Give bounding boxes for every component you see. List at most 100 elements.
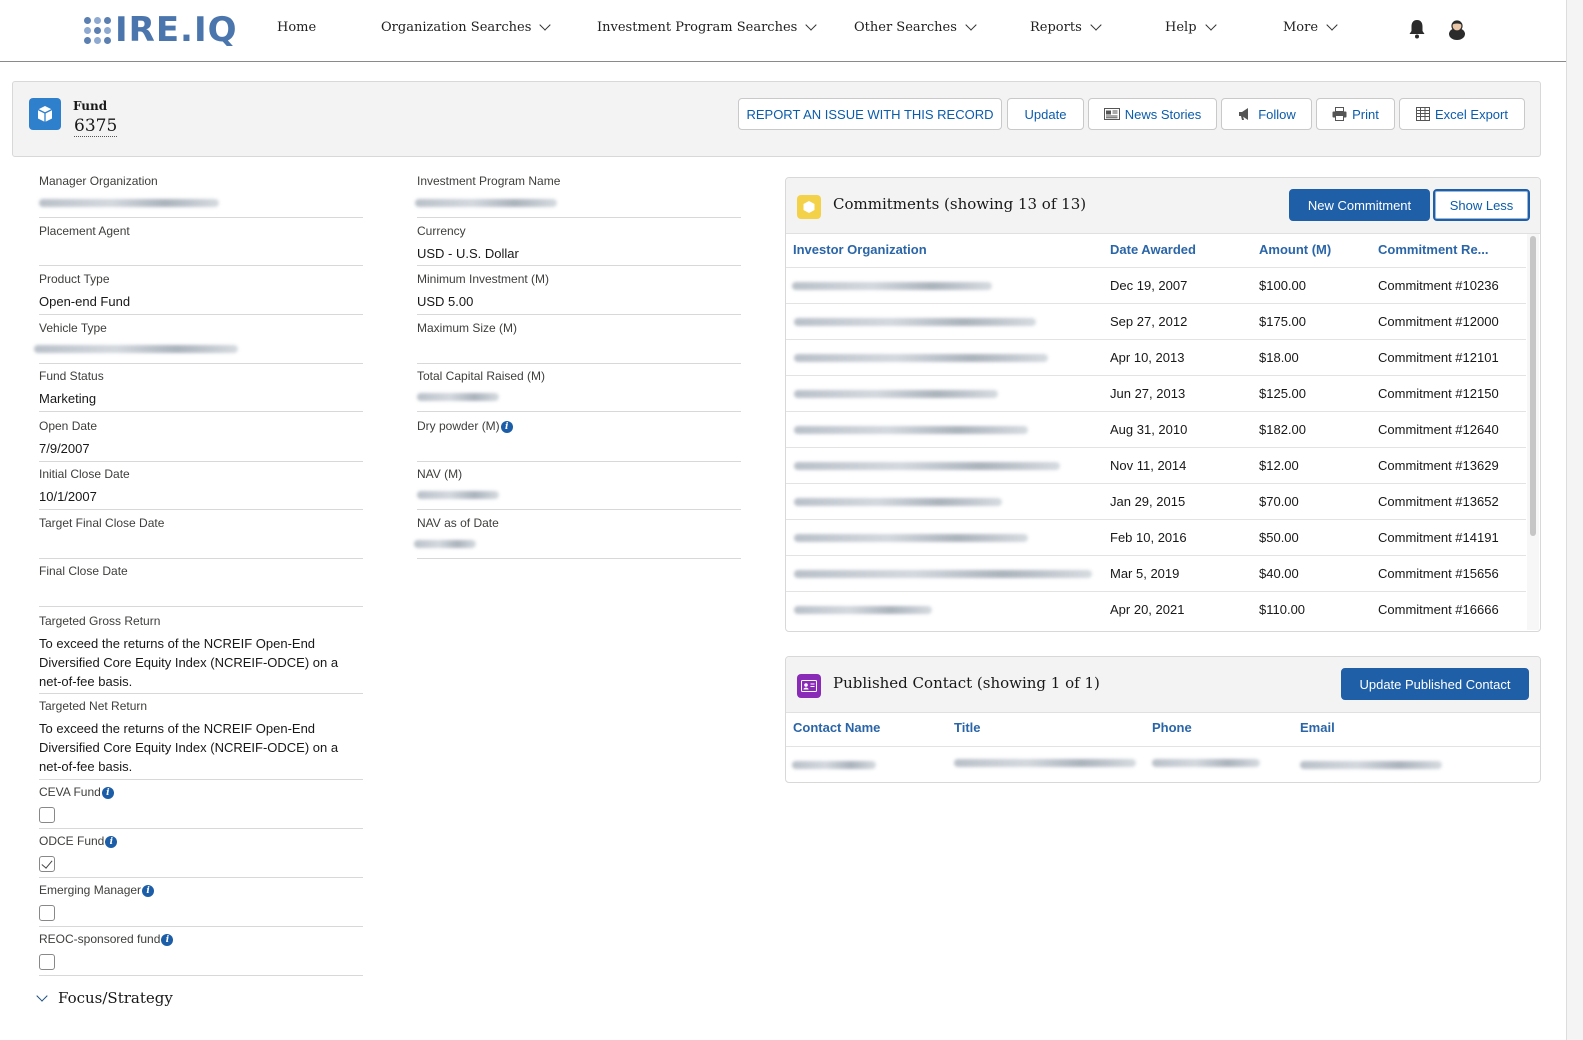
- date-awarded-cell: Jan 29, 2015: [1110, 494, 1186, 509]
- date-awarded-cell: Apr 10, 2013: [1110, 350, 1185, 365]
- target-final-close-date-label: Target Final Close Date: [39, 516, 165, 530]
- ireiq-logo[interactable]: IRE.IQ: [84, 10, 238, 50]
- redacted-value: [417, 491, 499, 499]
- commitment-ref-cell[interactable]: Commitment #12101: [1378, 350, 1499, 365]
- date-awarded-cell: Mar 5, 2019: [1110, 566, 1180, 581]
- date-awarded-cell: Sep 27, 2012: [1110, 314, 1188, 329]
- excel-export-button[interactable]: Excel Export: [1399, 98, 1525, 130]
- user-avatar-icon[interactable]: [1447, 18, 1467, 40]
- redacted-investor: [794, 354, 1048, 362]
- open-date-label: Open Date: [39, 419, 98, 433]
- info-icon[interactable]: i: [142, 884, 155, 897]
- ceva-fund-field: CEVA Fund i: [39, 785, 363, 829]
- nav-as-of-date-field: NAV as of Date: [414, 516, 741, 559]
- logo-dots-icon: [84, 16, 111, 44]
- update-button[interactable]: Update: [1007, 98, 1084, 130]
- final-close-date-field: Final Close Date: [39, 564, 363, 607]
- ceva-fund-checkbox[interactable]: [39, 807, 55, 823]
- nav-more[interactable]: More: [1283, 19, 1338, 35]
- table-row[interactable]: Dec 19, 2007 $100.00 Commitment #10236: [786, 267, 1526, 303]
- commitment-ref-cell[interactable]: Commitment #14191: [1378, 530, 1499, 545]
- table-row[interactable]: Mar 5, 2019 $40.00 Commitment #15656: [786, 555, 1526, 591]
- info-icon[interactable]: i: [500, 420, 513, 433]
- commitment-ref-cell[interactable]: Commitment #13629: [1378, 458, 1499, 473]
- commitment-ref-cell[interactable]: Commitment #16666: [1378, 602, 1499, 617]
- date-awarded-cell: Feb 10, 2016: [1110, 530, 1187, 545]
- table-row[interactable]: Nov 11, 2014 $12.00 Commitment #13629: [786, 447, 1526, 483]
- page-scrollbar[interactable]: [1566, 0, 1583, 1040]
- odce-fund-checkbox[interactable]: [39, 856, 55, 872]
- emerging-manager-checkbox[interactable]: [39, 905, 55, 921]
- nav-home[interactable]: Home: [277, 20, 316, 35]
- show-less-label: Show Less: [1449, 197, 1514, 213]
- update-published-contact-label: Update Published Contact: [1359, 676, 1511, 692]
- commitment-ref-cell[interactable]: Commitment #13652: [1378, 494, 1499, 509]
- scrollbar-thumb[interactable]: [1530, 236, 1536, 536]
- nav-help[interactable]: Help: [1165, 19, 1217, 35]
- focus-strategy-section-toggle[interactable]: Focus/Strategy: [36, 989, 173, 1007]
- investment-program-name-label: Investment Program Name: [417, 174, 561, 188]
- top-navigation: IRE.IQ Home Organization Searches Invest…: [0, 0, 1566, 62]
- table-row[interactable]: Apr 20, 2021 $110.00 Commitment #16666: [786, 591, 1526, 627]
- amount-cell: $50.00: [1259, 530, 1299, 545]
- nav-investment-program-searches[interactable]: Investment Program Searches: [597, 19, 817, 35]
- info-icon[interactable]: i: [101, 786, 114, 799]
- amount-cell: $110.00: [1259, 602, 1306, 617]
- table-row[interactable]: [786, 746, 1540, 782]
- update-label: Update: [1024, 106, 1067, 122]
- date-awarded-cell: Nov 11, 2014: [1110, 458, 1187, 473]
- nav-reports-label: Reports: [1030, 20, 1082, 35]
- column-header-title[interactable]: Title: [954, 720, 981, 735]
- commitments-scrollbar[interactable]: [1527, 234, 1539, 630]
- info-icon[interactable]: i: [105, 835, 118, 848]
- column-header-commitment-ref[interactable]: Commitment Re...: [1378, 242, 1489, 257]
- nav-organization-searches[interactable]: Organization Searches: [381, 19, 552, 35]
- column-header-email[interactable]: Email: [1300, 720, 1335, 735]
- commitment-ref-cell[interactable]: Commitment #12000: [1378, 314, 1499, 329]
- commitment-ref-cell[interactable]: Commitment #12640: [1378, 422, 1499, 437]
- redacted-investor: [794, 462, 1060, 470]
- commitment-ref-cell[interactable]: Commitment #10236: [1378, 278, 1499, 293]
- new-commitment-label: New Commitment: [1307, 197, 1412, 213]
- vehicle-type-field: Vehicle Type: [34, 321, 363, 364]
- news-stories-button[interactable]: News Stories: [1088, 98, 1217, 130]
- nav-more-label: More: [1283, 20, 1319, 35]
- bell-icon[interactable]: [1408, 19, 1426, 39]
- amount-cell: $40.00: [1259, 566, 1299, 581]
- table-row[interactable]: Apr 10, 2013 $18.00 Commitment #12101: [786, 339, 1526, 375]
- nav-other-searches[interactable]: Other Searches: [854, 19, 977, 35]
- column-header-date-awarded[interactable]: Date Awarded: [1110, 242, 1196, 257]
- follow-button[interactable]: Follow: [1221, 98, 1312, 130]
- commitments-hexagon-icon: [797, 195, 821, 219]
- print-label: Print: [1352, 106, 1379, 122]
- show-less-button[interactable]: Show Less: [1433, 189, 1530, 221]
- new-commitment-button[interactable]: New Commitment: [1289, 189, 1430, 221]
- update-published-contact-button[interactable]: Update Published Contact: [1341, 668, 1529, 700]
- report-issue-button[interactable]: REPORT AN ISSUE WITH THIS RECORD: [738, 98, 1002, 130]
- date-awarded-cell: Aug 31, 2010: [1110, 422, 1188, 437]
- table-row[interactable]: Feb 10, 2016 $50.00 Commitment #14191: [786, 519, 1526, 555]
- amount-cell: $12.00: [1259, 458, 1299, 473]
- column-header-contact-name[interactable]: Contact Name: [793, 720, 880, 735]
- chevron-down-icon: [36, 989, 48, 1002]
- initial-close-date-label: Initial Close Date: [39, 467, 130, 481]
- table-row[interactable]: Jun 27, 2013 $125.00 Commitment #12150: [786, 375, 1526, 411]
- redacted-email: [1300, 761, 1442, 769]
- fund-cube-icon: [29, 98, 61, 130]
- table-row[interactable]: Jan 29, 2015 $70.00 Commitment #13652: [786, 483, 1526, 519]
- print-button[interactable]: Print: [1316, 98, 1395, 130]
- table-row[interactable]: Aug 31, 2010 $182.00 Commitment #12640: [786, 411, 1526, 447]
- amount-cell: $18.00: [1259, 350, 1299, 365]
- reoc-sponsored-fund-checkbox[interactable]: [39, 954, 55, 970]
- nav-reports[interactable]: Reports: [1030, 19, 1102, 35]
- commitment-ref-cell[interactable]: Commitment #12150: [1378, 386, 1499, 401]
- column-header-amount[interactable]: Amount (M): [1259, 242, 1331, 257]
- column-header-phone[interactable]: Phone: [1152, 720, 1192, 735]
- table-row[interactable]: Sep 27, 2012 $175.00 Commitment #12000: [786, 303, 1526, 339]
- reoc-sponsored-fund-field: REOC-sponsored fund i: [39, 932, 363, 976]
- date-awarded-cell: Dec 19, 2007: [1110, 278, 1188, 293]
- column-header-investor-organization[interactable]: Investor Organization: [793, 242, 927, 257]
- info-icon[interactable]: i: [161, 933, 174, 946]
- chevron-down-icon: [805, 19, 817, 31]
- commitment-ref-cell[interactable]: Commitment #15656: [1378, 566, 1499, 581]
